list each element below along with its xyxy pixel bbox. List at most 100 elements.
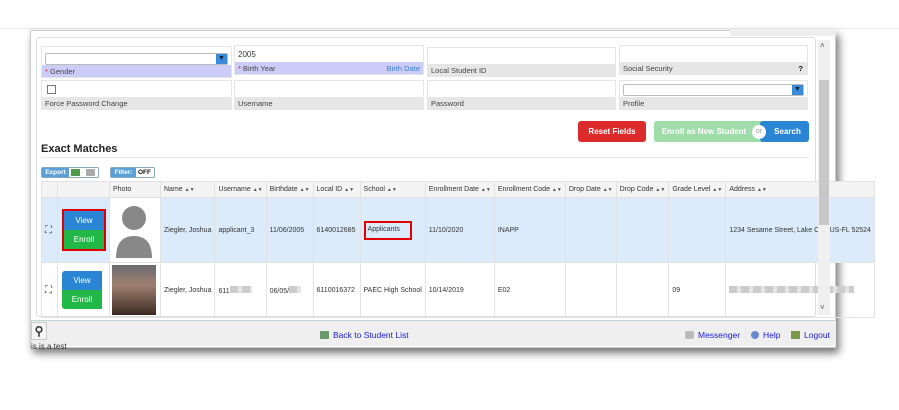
header-username[interactable]: Username ▲▼ — [214, 181, 267, 198]
search-icon[interactable]: ⚲ — [31, 322, 47, 340]
header-local-id[interactable]: Local ID ▲▼ — [312, 181, 361, 198]
logout-link[interactable]: Logout — [791, 330, 830, 340]
header-enrollment-date[interactable]: Enrollment Date ▲▼ — [424, 181, 495, 198]
results-table: Photo Name ▲▼ Username ▲▼ Birthdate ▲▼ L… — [41, 181, 875, 318]
sort-icon: ▲▼ — [480, 187, 491, 193]
sort-icon: ▲▼ — [386, 187, 397, 193]
birth-year-input[interactable]: 2005 — [238, 50, 256, 59]
gender-select[interactable]: ▼ — [45, 53, 228, 65]
local-id-field[interactable]: Local Student ID — [427, 47, 616, 77]
password-field[interactable]: Password — [427, 80, 616, 110]
sort-icon: ▲▼ — [602, 187, 613, 193]
logout-icon — [791, 331, 800, 339]
header-school[interactable]: School ▲▼ — [359, 181, 426, 198]
local-id-label: Local Student ID — [428, 64, 615, 76]
cell-drop-code — [615, 197, 670, 263]
cell-name: Ziegler, Joshua — [159, 262, 216, 318]
enroll-button[interactable]: Enroll — [64, 230, 104, 249]
scroll-up-icon[interactable]: ˄ — [820, 41, 825, 50]
table-row[interactable]: ⛶ View Enroll Ziegler, Joshua 611 06/05/ … — [41, 262, 875, 318]
header-photo: Photo — [109, 181, 161, 198]
cell-local-id: 6140012685 — [312, 197, 361, 263]
view-button[interactable]: View — [62, 271, 102, 290]
view-button[interactable]: View — [64, 211, 104, 230]
cell-name: Ziegler, Joshua — [159, 197, 216, 263]
cell-drop-date — [564, 262, 617, 318]
cell-enrollment-code: E02 — [493, 262, 566, 318]
messenger-icon — [685, 331, 694, 339]
sort-icon: ▲▼ — [299, 187, 310, 193]
cell-school: PAEC High School — [359, 262, 426, 318]
header-drop-date[interactable]: Drop Date ▲▼ — [564, 181, 617, 198]
back-icon — [320, 331, 329, 339]
scroll-down-icon[interactable]: ˅ — [820, 303, 825, 312]
sort-icon: ▲▼ — [344, 187, 355, 193]
table-row[interactable]: ⛶ View Enroll Ziegler, Joshua applicant_3… — [41, 197, 875, 263]
header-grade-level[interactable]: Grade Level ▲▼ — [668, 181, 727, 198]
profile-field: ▼ Profile — [619, 80, 808, 110]
header-actions — [57, 181, 110, 198]
birth-year-field: 2005 * Birth Year Birth Date — [234, 45, 424, 75]
header-expand — [41, 181, 58, 198]
gender-field: ▼ * Gender — [41, 46, 232, 78]
header-drop-code[interactable]: Drop Code ▲▼ — [615, 181, 670, 198]
expand-icon[interactable]: ⛶ — [41, 197, 58, 263]
export-button[interactable]: Export — [42, 168, 69, 177]
sort-icon: ▲▼ — [252, 187, 263, 193]
cell-enrollment-date: 11/10/2020 — [424, 197, 495, 263]
student-photo-blurred — [109, 262, 161, 318]
photo-placeholder — [109, 197, 161, 263]
help-question-icon[interactable]: ? — [798, 64, 803, 73]
header-birthdate[interactable]: Birthdate ▲▼ — [265, 181, 314, 198]
force-password-label: Force Password Change — [42, 97, 231, 109]
username-field[interactable]: Username — [234, 80, 424, 110]
help-icon — [751, 331, 759, 339]
cell-birthdate: 11/06/2005 — [265, 197, 314, 263]
filter-toggle[interactable]: Filter: OFF — [110, 167, 155, 178]
cell-local-id: 6110016372 — [312, 262, 361, 318]
password-label: Password — [428, 97, 615, 109]
help-link[interactable]: Help — [751, 330, 780, 340]
birth-year-label: Birth Year — [243, 64, 276, 73]
expand-icon[interactable]: ⛶ — [41, 262, 58, 318]
profile-label: Profile — [620, 97, 807, 109]
ssn-label: Social Security — [623, 64, 673, 73]
messenger-link[interactable]: Messenger — [685, 330, 740, 340]
excel-icon[interactable] — [71, 169, 80, 176]
cell-school: Applicants — [359, 197, 426, 263]
redacted-text — [289, 285, 302, 293]
print-icon[interactable] — [86, 169, 95, 176]
cell-address: 1234 Sesame Street, Lake City, US-FL 525… — [725, 197, 875, 263]
reset-fields-button[interactable]: Reset Fields — [578, 121, 646, 142]
cell-username: applicant_3 — [214, 197, 267, 263]
chevron-down-icon[interactable]: ▼ — [216, 54, 227, 64]
sort-icon: ▲▼ — [712, 187, 723, 193]
or-separator: or — [752, 125, 766, 139]
search-button[interactable]: Search — [760, 121, 809, 142]
cell-grade — [668, 197, 727, 263]
birth-date-link[interactable]: Birth Date — [387, 64, 420, 73]
table-header: Photo Name ▲▼ Username ▲▼ Birthdate ▲▼ L… — [41, 181, 875, 198]
filter-label: Filter: — [111, 168, 136, 177]
cell-username: 611 — [214, 262, 267, 318]
ssn-field[interactable]: Social Security? — [619, 45, 808, 75]
redacted-text — [229, 285, 252, 293]
sort-icon: ▲▼ — [184, 187, 195, 193]
profile-select[interactable]: ▼ — [623, 84, 804, 96]
scrollbar-thumb[interactable] — [819, 80, 829, 225]
enroll-new-student-button[interactable]: Enroll as New Student — [654, 121, 764, 142]
filter-state: OFF — [138, 169, 151, 176]
header-address[interactable]: Address ▲▼ — [725, 181, 875, 198]
back-to-student-list-link[interactable]: Back to Student List — [320, 330, 409, 340]
status-text: is is a test — [31, 342, 67, 351]
header-name[interactable]: Name ▲▼ — [159, 181, 216, 198]
sort-icon: ▲▼ — [551, 187, 562, 193]
force-password-checkbox[interactable] — [47, 85, 56, 94]
enroll-button[interactable]: Enroll — [62, 290, 102, 309]
chevron-down-icon[interactable]: ▼ — [792, 85, 803, 95]
top-divider — [0, 28, 899, 29]
cell-enrollment-date: 10/14/2019 — [424, 262, 495, 318]
header-enrollment-code[interactable]: Enrollment Code ▲▼ — [493, 181, 566, 198]
username-label: Username — [235, 97, 423, 109]
redacted-text — [729, 285, 855, 293]
